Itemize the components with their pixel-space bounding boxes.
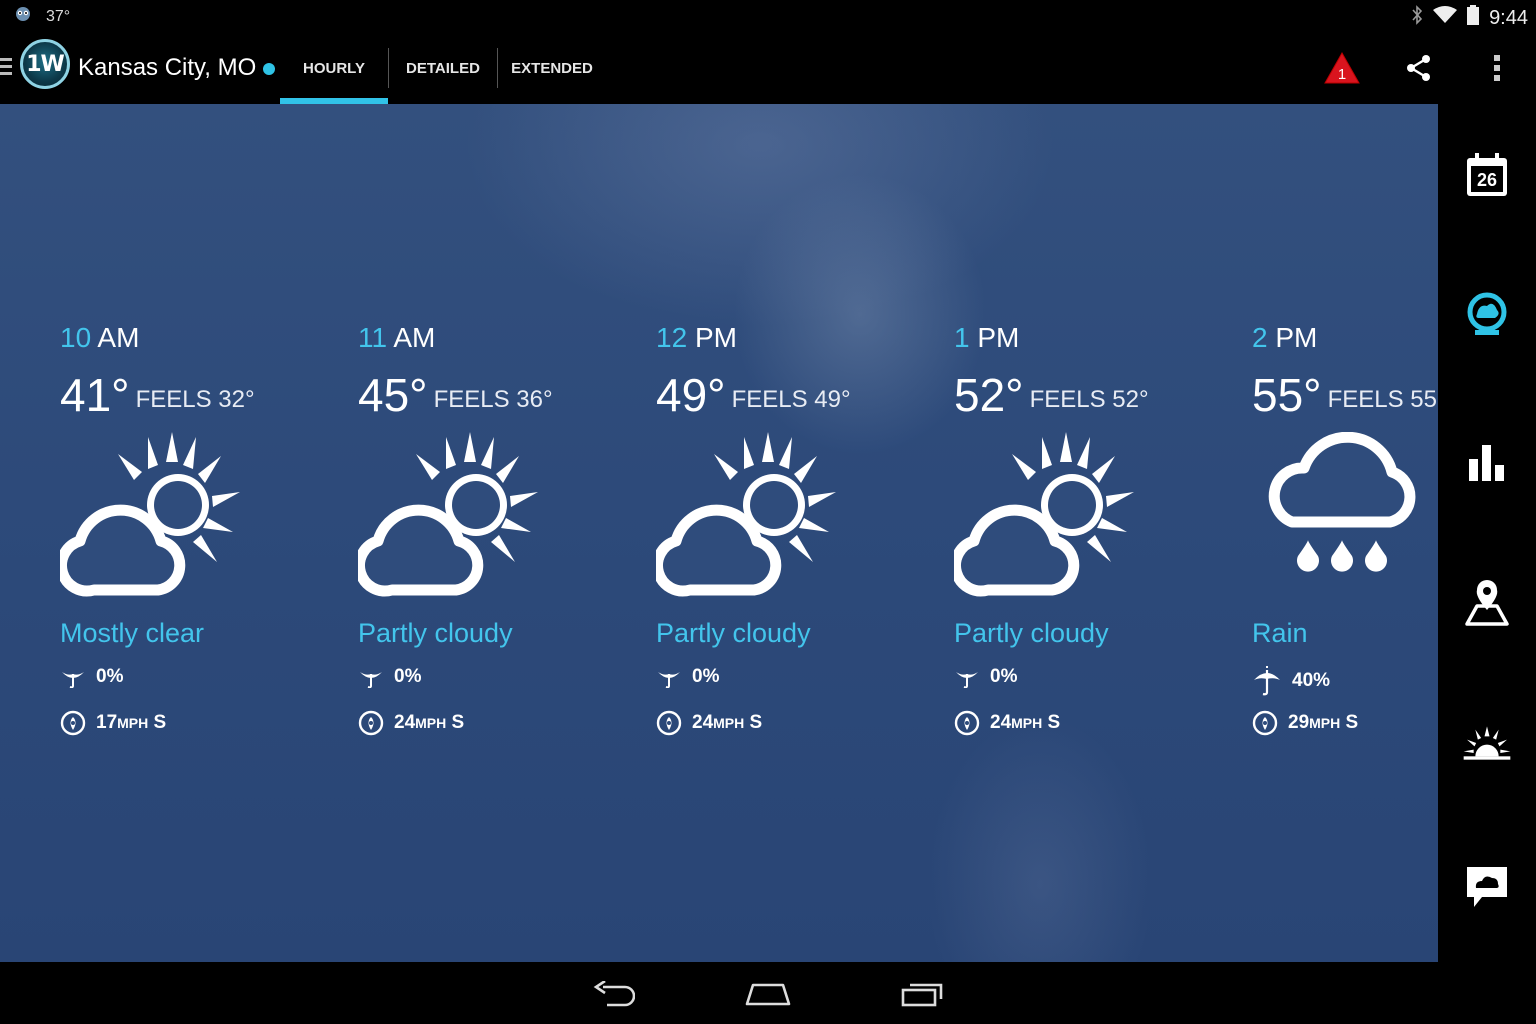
hour-temperature: 41° <box>60 369 130 421</box>
tab-detailed[interactable]: DETAILED <box>389 32 497 104</box>
hour-condition: Mostly clear <box>60 618 205 648</box>
hour-condition: Partly cloudy <box>358 618 513 648</box>
hour-time: 1 PM <box>954 322 1020 353</box>
wind-icon <box>954 710 980 736</box>
wind-icon <box>656 710 682 736</box>
hour-time: 12 PM <box>656 322 737 353</box>
hour-wind: 24MPH S <box>954 710 1060 736</box>
hour-precip: 0% <box>656 666 719 688</box>
bluetooth-icon <box>1411 5 1423 31</box>
hour-condition: Rain <box>1252 618 1308 648</box>
current-conditions-button[interactable] <box>1462 290 1512 340</box>
umbrella-icon <box>956 672 978 688</box>
status-time: 9:44 <box>1489 6 1528 29</box>
umbrella-icon <box>658 672 680 688</box>
partly-cloudy-icon <box>652 432 836 597</box>
weather-talk-button[interactable] <box>1462 862 1512 912</box>
hour-card[interactable]: 11 AM 45° FEELS 36° Partly cloudy 0% 24M… <box>354 322 648 736</box>
sunrise-icon <box>1463 726 1511 760</box>
location-name: Kansas City, MO <box>78 54 257 81</box>
hour-wind: 24MPH S <box>358 710 464 736</box>
globe-weather-icon <box>1467 292 1507 335</box>
partly-cloudy-icon <box>56 432 240 597</box>
umbrella-open-icon <box>1254 666 1280 696</box>
hour-card[interactable]: 10 AM 41° FEELS 32° Mostly clear 0% 17MP… <box>56 322 350 736</box>
side-rail: 26 <box>1438 104 1536 962</box>
hour-temperature: 49° <box>656 369 726 421</box>
status-temperature: 37° <box>46 7 71 25</box>
status-bar: 37° 9:44 <box>0 0 1536 32</box>
back-icon <box>593 981 635 1007</box>
warning-icon: 1 <box>1324 51 1360 84</box>
wind-icon <box>60 710 86 736</box>
hour-condition: Partly cloudy <box>656 618 811 648</box>
hour-feels-like: FEELS 49° <box>731 386 851 413</box>
calendar-button[interactable]: 26 <box>1462 150 1512 200</box>
hourly-forecast-panel[interactable]: 10 AM 41° FEELS 32° Mostly clear 0% 17MP… <box>0 104 1438 962</box>
tab-hourly[interactable]: HOURLY <box>280 32 388 104</box>
umbrella-icon <box>62 672 84 688</box>
hour-feels-like: FEELS 32° <box>135 386 255 413</box>
hour-precip: 40% <box>1252 666 1330 696</box>
menu-icon[interactable] <box>0 58 12 76</box>
rain-icon <box>1268 431 1416 572</box>
home-button[interactable] <box>738 974 798 1014</box>
tab-bar: HOURLY DETAILED EXTENDED <box>280 32 606 104</box>
alert-count: 1 <box>1338 66 1346 83</box>
hour-feels-like: FEELS 55° <box>1327 386 1438 413</box>
calendar-day: 26 <box>1477 170 1497 190</box>
navigation-bar <box>0 962 1536 1024</box>
hour-feels-like: FEELS 36° <box>433 386 553 413</box>
notification-app-icon <box>14 6 32 27</box>
graphs-button[interactable] <box>1462 438 1512 488</box>
wind-icon <box>1252 710 1278 736</box>
back-button[interactable] <box>584 974 644 1014</box>
hour-wind: 29MPH S <box>1252 710 1358 736</box>
recents-button[interactable] <box>892 974 952 1014</box>
hour-wind: 24MPH S <box>656 710 762 736</box>
partly-cloudy-icon <box>354 432 538 597</box>
wifi-icon <box>1433 6 1458 30</box>
hour-condition: Partly cloudy <box>954 618 1109 648</box>
hour-card[interactable]: 1 PM 52° FEELS 52° Partly cloudy 0% 24MP… <box>950 322 1244 736</box>
hour-time: 10 AM <box>60 322 140 353</box>
wind-icon <box>358 710 384 736</box>
hour-precip: 0% <box>358 666 421 688</box>
hour-time: 11 AM <box>358 322 436 353</box>
map-pin-icon <box>1465 580 1509 626</box>
map-button[interactable] <box>1462 578 1512 628</box>
tab-extended[interactable]: EXTENDED <box>498 32 606 104</box>
chat-weather-icon <box>1467 867 1507 907</box>
hour-card[interactable]: 12 PM 49° FEELS 49° Partly cloudy 0% 24M… <box>652 322 946 736</box>
partly-cloudy-icon <box>950 432 1134 597</box>
hour-time: 2 PM <box>1252 322 1318 353</box>
alert-button[interactable]: 1 <box>1322 48 1362 88</box>
home-icon <box>745 983 791 1006</box>
umbrella-icon <box>360 672 382 688</box>
hour-card[interactable]: 2 PM 55° FEELS 55° Rain 40% 29MPH S <box>1252 322 1438 736</box>
hour-precip: 0% <box>954 666 1017 688</box>
current-location-dot <box>263 62 276 75</box>
app-logo[interactable]: 1W <box>20 39 70 89</box>
battery-icon <box>1467 5 1480 31</box>
more-vert-icon <box>1494 55 1500 81</box>
hour-wind: 17MPH S <box>60 710 166 736</box>
bar-chart-icon <box>1469 445 1504 481</box>
overflow-menu-button[interactable] <box>1477 48 1517 88</box>
hour-temperature: 52° <box>954 369 1024 421</box>
hour-temperature: 55° <box>1252 369 1322 421</box>
calendar-icon: 26 <box>1467 153 1507 196</box>
action-bar: 1W Kansas City, MO HOURLY DETAILED EXTEN… <box>0 32 1536 104</box>
hour-temperature: 45° <box>358 369 428 421</box>
recents-icon <box>901 983 943 1007</box>
sun-moon-button[interactable] <box>1462 718 1512 768</box>
hour-feels-like: FEELS 52° <box>1029 386 1149 413</box>
location-selector[interactable]: Kansas City, MO <box>78 54 276 82</box>
hour-precip: 0% <box>60 666 123 688</box>
share-icon <box>1407 55 1430 81</box>
share-button[interactable] <box>1399 48 1439 88</box>
